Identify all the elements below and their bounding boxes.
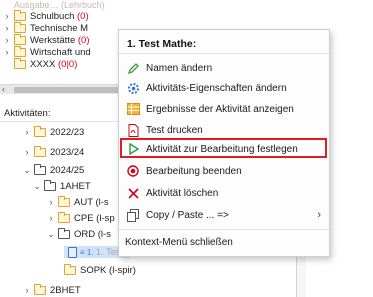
tree-item-label: CPE (l-sp xyxy=(74,212,115,224)
chevron-down-icon[interactable]: ⌄ xyxy=(22,165,32,176)
folder-icon xyxy=(13,9,26,21)
open-folder-icon xyxy=(33,163,46,175)
chevron-right-icon[interactable]: › xyxy=(2,11,12,21)
activity-ref: ≡ 1. xyxy=(80,247,94,257)
folder-icon xyxy=(13,57,26,69)
menu-item-label: Ergebnisse der Aktivität anzeigen xyxy=(146,103,294,115)
chevron-right-icon[interactable]: › xyxy=(22,285,32,295)
tree-item-label: XXXX xyxy=(30,58,56,70)
tree-item-aut[interactable]: › AUT (l-s xyxy=(46,195,109,208)
tree-item-label: 1AHET xyxy=(60,180,91,192)
scrollbar-thumb[interactable] xyxy=(14,87,119,93)
tree-item-label: 2022/23 xyxy=(50,126,85,138)
tree-item-label: Wirtschaft und xyxy=(30,46,91,58)
tree-item-wirtschaft[interactable]: › Wirtschaft und xyxy=(2,45,91,58)
menu-item-label: Aktivitäts-Eigenschaften ändern xyxy=(146,82,287,94)
folder-icon xyxy=(13,33,26,45)
highlight-box xyxy=(120,138,327,158)
menu-item-label: Test drucken xyxy=(146,124,203,136)
tree-item-label: 2BHET xyxy=(50,284,81,296)
menu-item-label: Bearbeitung beenden xyxy=(146,165,242,177)
tree-item-label: Technische M xyxy=(30,22,89,34)
open-folder-icon xyxy=(43,179,56,191)
tree-item-werkstaette[interactable]: › Werkstätte (0) xyxy=(2,33,90,46)
folder-icon xyxy=(13,21,26,33)
menu-separator xyxy=(119,229,329,230)
chevron-right-icon[interactable]: › xyxy=(2,35,12,45)
tree-item-schulbuch[interactable]: › Schulbuch (0) xyxy=(2,9,89,22)
menu-item-copy-paste[interactable]: Copy / Paste ... => › xyxy=(119,204,329,226)
tree-item-label: Schulbuch xyxy=(30,10,75,22)
folder-icon xyxy=(57,211,70,223)
tree-item-sopk[interactable]: SOPK (l-spir) xyxy=(62,263,136,276)
chevron-right-icon[interactable]: › xyxy=(46,197,56,207)
tree-item-2024-25[interactable]: ⌄ 2024/25 xyxy=(22,163,85,176)
tree-item-count: (0|0) xyxy=(58,58,78,70)
chevron-right-icon[interactable]: › xyxy=(22,127,32,137)
chevron-right-icon[interactable]: › xyxy=(46,213,56,223)
chevron-down-icon[interactable]: ⌄ xyxy=(46,229,56,240)
tree-item-label: Werkstätte xyxy=(30,34,76,46)
folder-icon xyxy=(13,45,26,57)
menu-item-label: Namen ändern xyxy=(146,62,213,74)
tree-item-label: ORD (l-s xyxy=(74,228,111,240)
stop-icon xyxy=(122,165,144,177)
tree-item-label: AUT (l-s xyxy=(74,196,109,208)
tree-item-xxxx[interactable]: XXXX (0|0) xyxy=(12,57,78,70)
menu-item-label: Aktivität löschen xyxy=(146,187,219,199)
menu-item-delete[interactable]: Aktivität löschen xyxy=(119,182,329,204)
chevron-right-icon[interactable]: › xyxy=(2,23,12,33)
tree-item-label: SOPK (l-spir) xyxy=(80,264,136,276)
chevron-right-icon[interactable]: › xyxy=(2,47,12,57)
copy-icon xyxy=(122,208,144,222)
tree-item-count: (0) xyxy=(77,10,89,22)
delete-x-icon xyxy=(122,187,144,199)
tree-item-label: 2024/25 xyxy=(50,164,85,176)
table-icon xyxy=(122,103,144,115)
activities-heading: Aktivitäten: xyxy=(4,108,51,119)
context-menu-title: 1. Test Mathe: xyxy=(127,38,197,50)
tree-item-2bhet[interactable]: › 2BHET xyxy=(22,283,81,296)
chevron-down-icon[interactable]: ⌄ xyxy=(32,181,42,192)
tree-item-count: (0) xyxy=(77,34,90,46)
submenu-arrow-icon: › xyxy=(317,209,321,221)
tree-item-technische[interactable]: › Technische M xyxy=(2,21,89,34)
activity-file-icon xyxy=(68,246,77,258)
pdf-icon xyxy=(122,123,144,137)
scroll-left-icon[interactable]: ‹ xyxy=(2,84,5,94)
menu-item-label: Copy / Paste ... => xyxy=(146,209,229,221)
folder-icon xyxy=(57,195,70,207)
folder-icon xyxy=(33,125,46,137)
tree-item-2023-24[interactable]: › 2023/24 xyxy=(22,145,85,158)
folder-icon xyxy=(33,145,46,157)
menu-item-results[interactable]: Ergebnisse der Aktivität anzeigen xyxy=(119,98,329,120)
pencil-icon xyxy=(122,62,144,75)
open-folder-icon xyxy=(57,227,70,239)
menu-item-end-editing[interactable]: Bearbeitung beenden xyxy=(119,160,329,182)
menu-separator xyxy=(119,53,329,54)
tree-item-label: 2023/24 xyxy=(50,146,85,158)
gear-icon xyxy=(122,82,144,95)
chevron-right-icon[interactable]: › xyxy=(22,147,32,157)
tree-item-cpe[interactable]: › CPE (l-sp xyxy=(46,211,115,224)
tree-item-2022-23[interactable]: › 2022/23 xyxy=(22,125,85,138)
tree-item-ord[interactable]: ⌄ ORD (l-s xyxy=(46,227,111,240)
folder-icon xyxy=(33,283,46,295)
menu-item-rename[interactable]: Namen ändern xyxy=(119,57,329,79)
folder-icon xyxy=(63,263,76,275)
tree-item-1ahet[interactable]: ⌄ 1AHET xyxy=(32,179,91,192)
menu-item-properties[interactable]: Aktivitäts-Eigenschaften ändern xyxy=(119,77,329,99)
faded-tree-row: Ausgabe… (Lehrbuch) xyxy=(14,0,105,10)
menu-item-label: Kontext-Menü schließen xyxy=(125,236,233,248)
menu-item-close-menu[interactable]: Kontext-Menü schließen xyxy=(119,231,329,253)
context-menu: 1. Test Mathe: Namen ändern Aktivitäts-E… xyxy=(118,29,330,257)
